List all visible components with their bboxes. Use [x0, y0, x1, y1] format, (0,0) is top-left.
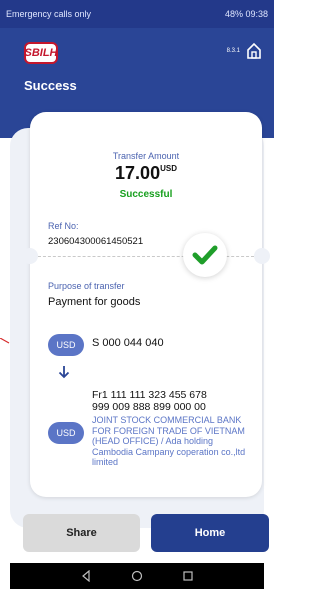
annotation-arrow-icon [0, 338, 10, 344]
sbilh-logo: SBILH [24, 42, 58, 64]
ref-number: 230604300061450521 [48, 236, 144, 247]
transfer-amount: 17.00USD [30, 163, 262, 184]
share-button[interactable]: Share [23, 514, 140, 552]
purpose-label: Purpose of transfer [48, 281, 125, 291]
from-currency-pill: USD [48, 334, 84, 356]
to-currency-pill: USD [48, 422, 84, 444]
status-bar: Emergency calls only 48% 09:38 [0, 0, 274, 28]
card-notch-right [254, 248, 270, 264]
check-icon [192, 245, 218, 265]
circle-icon[interactable] [131, 570, 143, 582]
status-battery-time: 48% 09:38 [224, 9, 268, 19]
success-badge [183, 233, 227, 277]
home-button[interactable]: Home [151, 514, 269, 552]
system-nav-bar [10, 563, 264, 589]
status-badge: Successful [119, 189, 173, 200]
to-account-line-2: 999 009 888 899 000 00 [92, 401, 206, 413]
app-version: 8.3.1 [226, 48, 240, 54]
to-account-line-1: Fr1 111 111 323 455 678 [92, 389, 207, 401]
arrow-down-icon [58, 366, 70, 379]
status-carrier-text: Emergency calls only [6, 9, 92, 19]
back-triangle-icon[interactable] [80, 570, 92, 582]
amount-value: 17.00 [115, 163, 161, 183]
purpose-value: Payment for goods [48, 296, 141, 308]
page-title: Success [24, 78, 77, 93]
home-icon[interactable] [246, 42, 262, 60]
from-account-number: S 000 044 040 [92, 337, 164, 349]
ref-label: Ref No: [48, 221, 79, 231]
amount-currency: USD [160, 164, 177, 173]
card-notch-left [22, 248, 38, 264]
amount-label: Transfer Amount [112, 151, 180, 161]
square-icon[interactable] [182, 570, 194, 582]
beneficiary-bank-name: JOINT STOCK COMMERCIAL BANK FOR FOREIGN … [92, 415, 246, 467]
to-account-number: Fr1 111 111 323 455 678 999 009 888 899 … [92, 389, 207, 413]
